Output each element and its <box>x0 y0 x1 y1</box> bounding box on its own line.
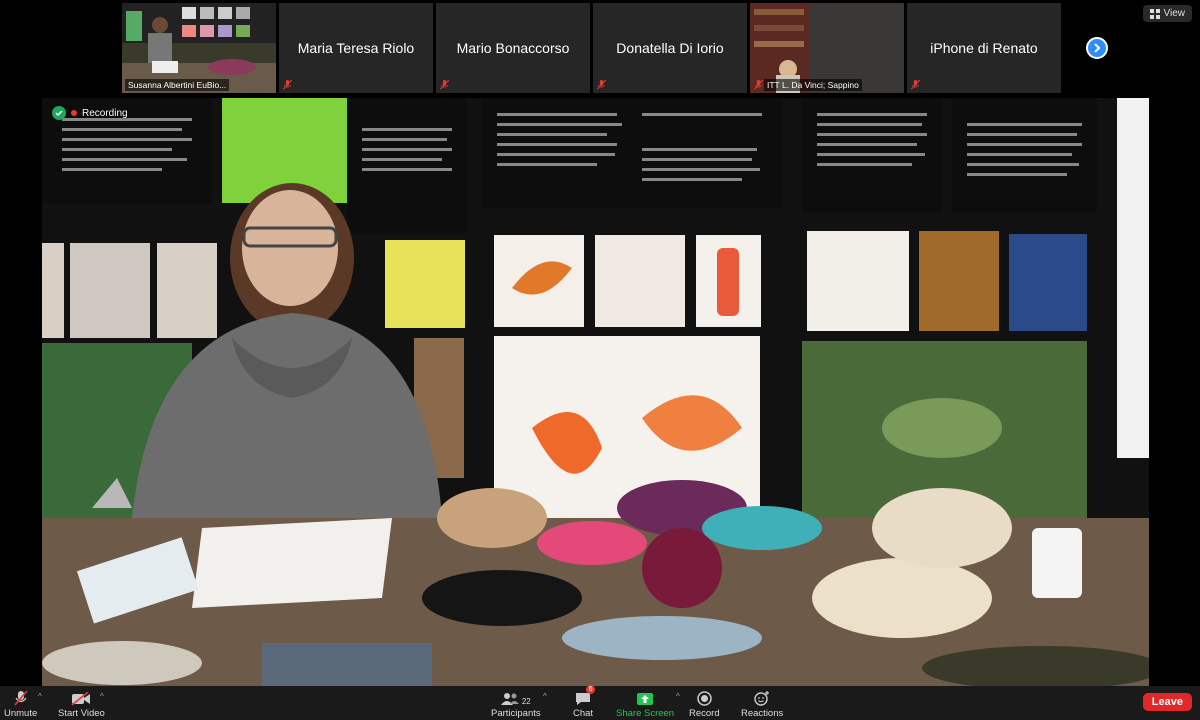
chat-label: Chat <box>573 708 594 719</box>
participant-label: Susanna Albertini EuBio... <box>125 79 230 91</box>
start-video-button[interactable]: Start Video <box>58 688 105 719</box>
record-icon <box>697 691 712 706</box>
share-screen-button[interactable]: Share Screen <box>616 688 674 719</box>
chevron-right-icon <box>1094 43 1101 53</box>
participants-count: 22 <box>521 697 531 706</box>
participant-tile-itt[interactable]: ITT L. Da Vinci; Sappino <box>750 3 904 93</box>
participants-icon <box>500 693 519 705</box>
muted-mic-icon <box>269 80 276 90</box>
participant-name: Maria Teresa Riolo <box>297 40 415 56</box>
share-screen-label: Share Screen <box>616 708 675 719</box>
chat-unread-badge: 6 <box>586 685 596 694</box>
record-label: Record <box>689 708 720 719</box>
participant-tile-donatella[interactable]: Donatella Di Iorio <box>593 3 747 93</box>
recording-label: Recording <box>82 107 128 119</box>
smiley-plus-icon <box>754 691 770 706</box>
unmute-button[interactable]: Unmute <box>4 688 37 719</box>
main-video: Recording <box>42 98 1149 686</box>
participant-name: Donatella Di Iorio <box>616 40 724 56</box>
participant-tile-susanna[interactable]: Susanna Albertini EuBio... <box>122 3 276 93</box>
muted-mic-icon <box>911 80 920 90</box>
video-off-icon <box>71 692 91 706</box>
participant-tile-iphone-renato[interactable]: iPhone di Renato <box>907 3 1061 93</box>
muted-mic-icon <box>754 80 763 90</box>
audio-options-caret[interactable]: ^ <box>38 692 42 701</box>
view-button[interactable]: View <box>1142 5 1192 22</box>
recording-indicator: Recording <box>52 106 128 120</box>
participants-options-caret[interactable]: ^ <box>543 692 547 701</box>
reactions-label: Reactions <box>741 708 784 719</box>
shield-check-icon <box>52 106 66 120</box>
next-page-button[interactable] <box>1086 37 1108 59</box>
muted-mic-icon <box>14 690 28 706</box>
participant-name: Mario Bonaccorso <box>456 40 570 56</box>
participant-name: iPhone di Renato <box>930 40 1038 56</box>
share-options-caret[interactable]: ^ <box>676 692 680 701</box>
participant-strip: Susanna Albertini EuBio... Maria Teresa … <box>122 3 1061 93</box>
record-button[interactable]: Record <box>689 688 720 719</box>
grid-icon <box>1149 8 1160 19</box>
participants-label: Participants <box>491 708 541 719</box>
chat-button[interactable]: 6 Chat <box>573 685 596 719</box>
participant-tile-maria-teresa[interactable]: Maria Teresa Riolo <box>279 3 433 93</box>
recording-dot-icon <box>71 110 77 116</box>
view-label: View <box>1163 8 1186 19</box>
meeting-toolbar: Unmute ^ Start Video ^ 22 Participants ^… <box>0 685 1200 720</box>
leave-button[interactable]: Leave <box>1142 693 1192 711</box>
participants-button[interactable]: 22 Participants <box>491 688 541 719</box>
video-options-caret[interactable]: ^ <box>100 692 104 701</box>
muted-mic-icon <box>283 80 292 90</box>
share-screen-icon <box>637 693 654 705</box>
muted-mic-icon <box>440 80 449 90</box>
chat-bubble-icon <box>576 693 591 705</box>
unmute-label: Unmute <box>4 708 38 719</box>
participant-tile-mario[interactable]: Mario Bonaccorso <box>436 3 590 93</box>
speaker-video-feed <box>42 98 1149 686</box>
participant-label: ITT L. Da Vinci; Sappino <box>764 79 862 91</box>
start-video-label: Start Video <box>58 708 105 719</box>
muted-mic-icon <box>597 80 606 90</box>
reactions-button[interactable]: Reactions <box>741 688 783 719</box>
